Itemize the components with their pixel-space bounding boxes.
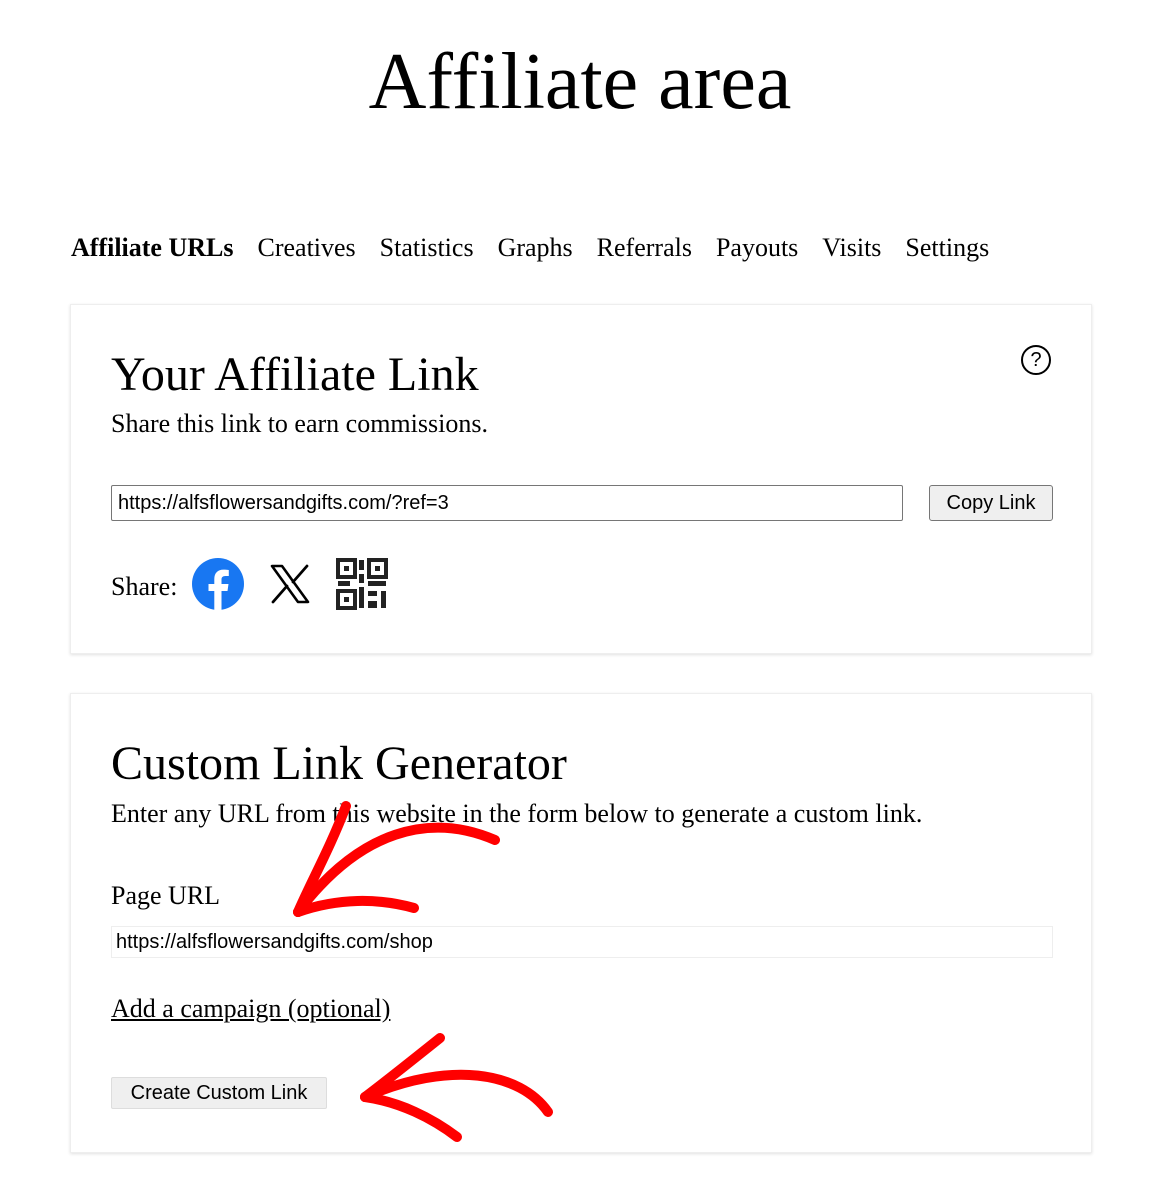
- copy-link-button[interactable]: Copy Link: [929, 485, 1053, 521]
- tab-referrals[interactable]: Referrals: [597, 230, 692, 266]
- affiliate-url-input[interactable]: [111, 485, 903, 521]
- tab-affiliate-urls[interactable]: Affiliate URLs: [71, 230, 233, 266]
- create-custom-link-button[interactable]: Create Custom Link: [111, 1077, 327, 1109]
- page-url-input[interactable]: [111, 926, 1053, 958]
- custom-link-card: Custom Link Generator Enter any URL from…: [70, 693, 1092, 1153]
- share-row: Share:: [111, 557, 409, 616]
- affiliate-link-card: Your Affiliate Link Share this link to e…: [70, 304, 1092, 654]
- tab-creatives[interactable]: Creatives: [257, 230, 355, 266]
- tab-graphs[interactable]: Graphs: [498, 230, 573, 266]
- tab-settings[interactable]: Settings: [905, 230, 989, 266]
- share-label: Share:: [111, 571, 178, 601]
- question-circle-icon[interactable]: ?: [1021, 345, 1051, 375]
- affiliate-link-description: Share this link to earn commissions.: [111, 409, 488, 438]
- page-url-label: Page URL: [111, 881, 221, 910]
- x-icon[interactable]: [265, 559, 315, 614]
- tab-visits[interactable]: Visits: [822, 230, 881, 266]
- page-title: Affiliate area: [368, 38, 792, 126]
- facebook-icon[interactable]: [191, 557, 245, 616]
- affiliate-link-title: Your Affiliate Link: [111, 348, 479, 401]
- qr-code-icon[interactable]: [335, 557, 389, 616]
- tab-statistics[interactable]: Statistics: [380, 230, 474, 266]
- affiliate-tabs: Affiliate URLs Creatives Statistics Grap…: [71, 230, 1013, 266]
- custom-link-description: Enter any URL from this website in the f…: [111, 799, 923, 828]
- tab-payouts[interactable]: Payouts: [716, 230, 798, 266]
- custom-link-title: Custom Link Generator: [111, 737, 567, 790]
- add-campaign-link[interactable]: Add a campaign (optional): [111, 992, 390, 1026]
